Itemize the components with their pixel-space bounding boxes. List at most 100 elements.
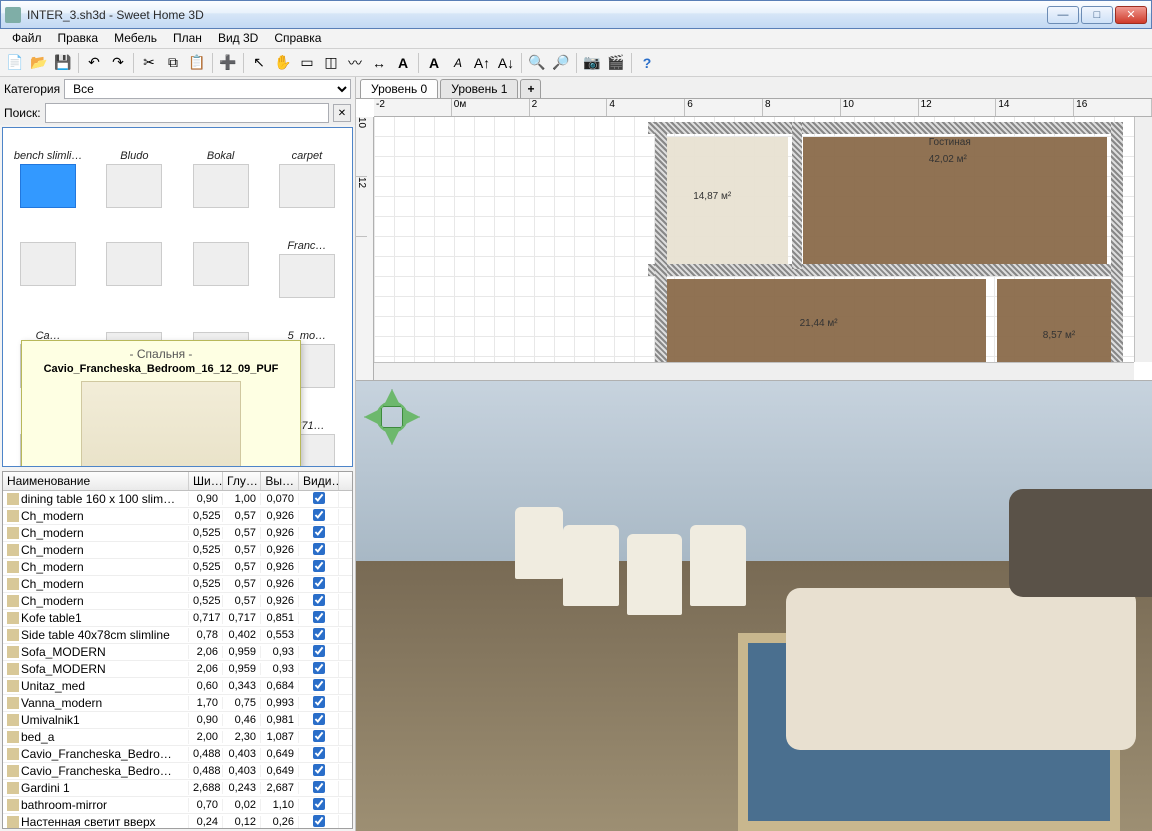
visible-checkbox[interactable] [313,577,325,589]
visible-checkbox[interactable] [313,645,325,657]
visible-checkbox[interactable] [313,713,325,725]
polyline-icon[interactable]: 〰 [344,52,366,74]
table-row[interactable]: dining table 160 x 100 slim…0,901,000,07… [3,491,352,508]
save-icon[interactable]: 💾 [52,52,74,74]
menu-file[interactable]: Файл [4,29,50,48]
maximize-button[interactable]: □ [1081,6,1113,24]
col-name[interactable]: Наименование [3,472,189,490]
table-row[interactable]: Gardini 12,6880,2432,687 [3,780,352,797]
table-row[interactable]: Ch_modern0,5250,570,926 [3,576,352,593]
nav-down-icon[interactable] [383,427,401,445]
tab-add-level[interactable]: + [520,79,541,98]
table-row[interactable]: bed_a2,002,301,087 [3,729,352,746]
dimension-icon[interactable]: ↔ [368,52,390,74]
table-row[interactable]: Sofa_MODERN2,060,9590,93 [3,661,352,678]
help-icon[interactable]: ? [636,52,658,74]
visible-checkbox[interactable] [313,611,325,623]
table-row[interactable]: Unitaz_med0,600,3430,684 [3,678,352,695]
category-select[interactable]: Все [64,79,351,99]
visible-checkbox[interactable] [313,815,325,827]
nav-right-icon[interactable] [402,408,420,426]
plan-view[interactable]: -20м246810121416 1012 Гостиная42,02 м²14… [356,99,1152,381]
wall-icon[interactable]: ▭ [296,52,318,74]
visible-checkbox[interactable] [313,492,325,504]
open-icon[interactable]: 📂 [28,52,50,74]
redo-icon[interactable]: ↷ [107,52,129,74]
visible-checkbox[interactable] [313,662,325,674]
table-row[interactable]: Ch_modern0,5250,570,926 [3,559,352,576]
table-row[interactable]: Ch_modern0,5250,570,926 [3,542,352,559]
tab-level-0[interactable]: Уровень 0 [360,79,438,98]
visible-checkbox[interactable] [313,509,325,521]
catalog-item[interactable]: carpet [266,150,348,212]
table-row[interactable]: Ch_modern0,5250,570,926 [3,508,352,525]
menu-3d[interactable]: Вид 3D [210,29,266,48]
catalog-item[interactable]: Bludo [93,150,175,212]
select-icon[interactable]: ↖ [248,52,270,74]
col-width[interactable]: Ши… [189,472,223,490]
clear-search-icon[interactable]: ✕ [333,104,351,122]
table-row[interactable]: Kofe table10,7170,7170,851 [3,610,352,627]
menu-furniture[interactable]: Мебель [106,29,165,48]
table-row[interactable]: Vanna_modern1,700,750,993 [3,695,352,712]
table-body[interactable]: dining table 160 x 100 slim…0,901,000,07… [3,491,352,828]
catalog-item[interactable] [93,240,175,302]
undo-icon[interactable]: ↶ [83,52,105,74]
text-bold-icon[interactable]: A [423,52,445,74]
minimize-button[interactable]: — [1047,6,1079,24]
text-italic-icon[interactable]: A [447,52,469,74]
visible-checkbox[interactable] [313,526,325,538]
visible-checkbox[interactable] [313,560,325,572]
nav-up-icon[interactable] [383,389,401,407]
table-row[interactable]: Ch_modern0,5250,570,926 [3,525,352,542]
new-icon[interactable]: 📄 [4,52,26,74]
col-depth[interactable]: Глу… [223,472,261,490]
text-size-down-icon[interactable]: A↓ [495,52,517,74]
catalog-item[interactable]: Bokal [180,150,262,212]
tab-level-1[interactable]: Уровень 1 [440,79,518,98]
zoom-in-icon[interactable]: 🔎 [550,52,572,74]
table-row[interactable]: Umivalnik10,900,460,981 [3,712,352,729]
cut-icon[interactable]: ✂ [138,52,160,74]
plan-scrollbar-v[interactable] [1134,117,1152,362]
table-row[interactable]: Sofa_MODERN2,060,9590,93 [3,644,352,661]
close-button[interactable]: ✕ [1115,6,1147,24]
menu-edit[interactable]: Правка [50,29,107,48]
menu-help[interactable]: Справка [266,29,329,48]
catalog-item[interactable] [7,240,89,302]
3d-view[interactable] [356,381,1152,831]
video-icon[interactable]: 🎬 [605,52,627,74]
nav-left-icon[interactable] [364,408,382,426]
room-icon[interactable]: ◫ [320,52,342,74]
table-row[interactable]: Side table 40x78cm slimline0,780,4020,55… [3,627,352,644]
copy-icon[interactable]: ⧉ [162,52,184,74]
table-row[interactable]: Cavio_Francheska_Bedro…0,4880,4030,649 [3,746,352,763]
plan-scrollbar-h[interactable] [374,362,1134,380]
table-row[interactable]: bathroom-mirror0,700,021,10 [3,797,352,814]
add-furniture-icon[interactable]: ➕ [217,52,239,74]
catalog-item[interactable]: Franc… [266,240,348,302]
zoom-out-icon[interactable]: 🔍 [526,52,548,74]
visible-checkbox[interactable] [313,798,325,810]
visible-checkbox[interactable] [313,730,325,742]
floor-plan[interactable]: Гостиная42,02 м²14,87 м²21,44 м²8,57 м² [374,117,1134,362]
photo-icon[interactable]: 📷 [581,52,603,74]
search-input[interactable] [45,103,329,123]
text-icon[interactable]: A [392,52,414,74]
catalog-item[interactable] [180,240,262,302]
table-row[interactable]: Настенная светит вверх0,240,120,26 [3,814,352,828]
visible-checkbox[interactable] [313,764,325,776]
visible-checkbox[interactable] [313,543,325,555]
visible-checkbox[interactable] [313,747,325,759]
table-row[interactable]: Ch_modern0,5250,570,926 [3,593,352,610]
pan-icon[interactable]: ✋ [272,52,294,74]
visible-checkbox[interactable] [313,679,325,691]
col-height[interactable]: Вы… [261,472,299,490]
catalog-item[interactable]: bench slimli… [7,150,89,212]
visible-checkbox[interactable] [313,696,325,708]
col-visible[interactable]: Види… [299,472,339,490]
paste-icon[interactable]: 📋 [186,52,208,74]
menu-plan[interactable]: План [165,29,210,48]
furniture-catalog[interactable]: bench slimli…BludoBokalcarpetFranc…Ca…5_… [2,127,353,467]
visible-checkbox[interactable] [313,594,325,606]
